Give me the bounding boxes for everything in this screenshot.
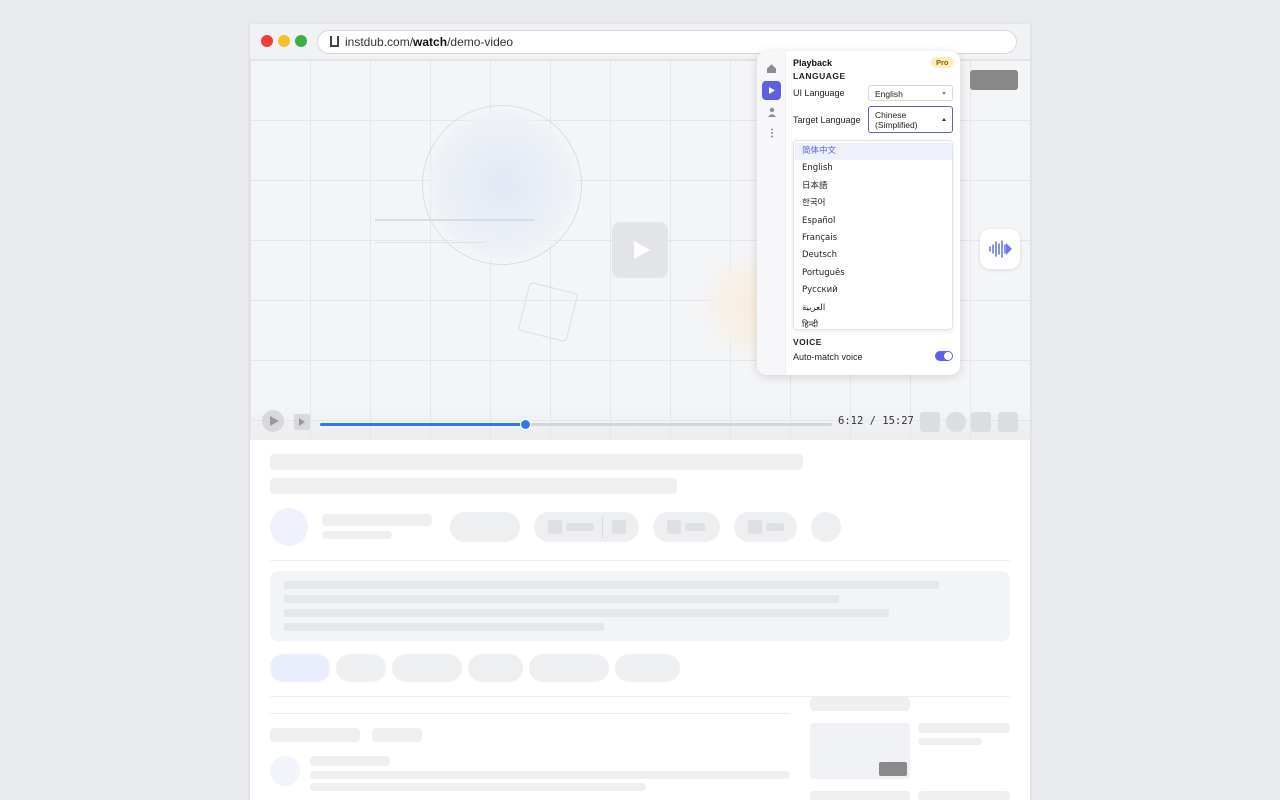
comment-text-placeholder <box>310 783 646 791</box>
target-language-select[interactable]: Chinese (Simplified) <box>868 106 953 133</box>
target-language-value: Chinese (Simplified) <box>875 110 918 130</box>
soundwave-icon <box>989 240 1012 258</box>
settings-icon[interactable] <box>946 412 966 432</box>
auto-match-voice-toggle[interactable] <box>935 351 953 361</box>
minimize-window-button[interactable] <box>278 35 290 47</box>
user-icon <box>767 107 776 117</box>
player-controls: 6:12 / 15:27 <box>250 406 1030 440</box>
panel-rail <box>757 51 786 375</box>
chevron-up-icon <box>942 118 946 121</box>
recommended-thumbnail[interactable] <box>810 723 910 779</box>
duration-badge <box>879 762 907 776</box>
language-option[interactable]: Deutsch <box>795 247 952 264</box>
language-option[interactable]: 한국어 <box>795 195 952 212</box>
rail-playback-button[interactable] <box>762 81 781 100</box>
language-option[interactable]: English <box>795 160 952 177</box>
play-icon <box>769 87 775 94</box>
video-overlay-button[interactable] <box>970 70 1018 90</box>
chip[interactable] <box>336 654 386 682</box>
divider <box>270 560 1010 561</box>
download-button[interactable] <box>734 512 797 542</box>
fullscreen-icon[interactable] <box>998 412 1018 432</box>
language-option[interactable]: 简体中文 <box>795 143 952 160</box>
pro-badge: Pro <box>931 57 954 68</box>
chip[interactable] <box>392 654 462 682</box>
description-box[interactable] <box>270 571 1010 641</box>
site-icon <box>330 36 339 47</box>
share-button[interactable] <box>653 512 720 542</box>
progress-bar[interactable] <box>320 419 832 430</box>
recommended-thumbnail[interactable] <box>810 791 910 800</box>
close-window-button[interactable] <box>261 35 273 47</box>
recommended-title-placeholder <box>918 791 1010 800</box>
url-path-bold: watch <box>413 35 448 49</box>
language-option[interactable]: Русский <box>795 282 952 299</box>
video-decor-circle <box>422 105 582 265</box>
ui-language-label: UI Language <box>793 88 845 98</box>
home-icon <box>767 64 776 73</box>
time-display: 6:12 / 15:27 <box>838 415 914 427</box>
rail-more-button[interactable] <box>762 123 781 142</box>
comment-author-placeholder <box>310 756 390 766</box>
language-option[interactable]: Português <box>795 265 952 282</box>
voice-section-heading: VOICE <box>793 337 822 347</box>
chip[interactable] <box>615 654 680 682</box>
target-language-label: Target Language <box>793 115 861 125</box>
channel-name-placeholder <box>322 514 432 526</box>
language-section-heading: LANGUAGE <box>793 71 846 81</box>
video-decor-square <box>517 281 579 343</box>
dubbing-fab-button[interactable] <box>980 229 1020 269</box>
recommended-meta-placeholder <box>918 738 982 745</box>
ui-language-value: English <box>875 89 903 99</box>
comment-avatar <box>270 756 300 786</box>
miniplayer-icon[interactable] <box>971 412 991 432</box>
video-decor-line <box>375 242 485 243</box>
language-option[interactable]: 日本語 <box>795 178 952 195</box>
title-placeholder <box>270 454 803 470</box>
next-button[interactable] <box>294 414 310 430</box>
panel-title: Playback <box>793 58 833 68</box>
divider <box>270 713 790 714</box>
avatar[interactable] <box>270 508 308 546</box>
rail-account-button[interactable] <box>762 102 781 121</box>
language-option[interactable]: Español <box>795 213 952 230</box>
url-suffix: /demo-video <box>447 35 514 49</box>
sidebar-header-placeholder <box>810 697 910 711</box>
play-pause-button[interactable] <box>262 410 284 432</box>
subscribe-button[interactable] <box>450 512 520 542</box>
chip[interactable] <box>529 654 609 682</box>
video-decor-line <box>375 219 535 221</box>
more-icon <box>770 128 773 137</box>
sort-placeholder[interactable] <box>372 728 422 742</box>
like-dislike-button[interactable] <box>534 512 639 542</box>
language-dropdown-list[interactable]: 简体中文 English 日本語 한국어 Español Français Deutsch P… <box>793 140 953 330</box>
language-option[interactable]: हिन्दी <box>795 317 952 329</box>
language-option[interactable]: العربية <box>795 300 952 317</box>
dubbing-panel: Playback Pro LANGUAGE UI Language Englis… <box>757 51 960 375</box>
chip-active[interactable] <box>270 654 330 682</box>
ui-language-select[interactable]: English <box>868 85 953 101</box>
chip[interactable] <box>468 654 523 682</box>
url-prefix: instdub.com/ <box>345 35 414 49</box>
recommended-title-placeholder <box>918 723 1010 733</box>
chevron-down-icon <box>942 92 946 95</box>
auto-match-voice-label: Auto-match voice <box>793 352 863 362</box>
subtitles-icon[interactable] <box>920 412 940 432</box>
progress-fill <box>320 423 525 426</box>
comments-header-placeholder <box>270 728 360 742</box>
maximize-window-button[interactable] <box>295 35 307 47</box>
progress-thumb[interactable] <box>519 419 531 430</box>
comment-text-placeholder <box>310 771 790 779</box>
subscriber-placeholder <box>322 531 392 539</box>
big-play-button[interactable] <box>612 222 668 278</box>
rail-home-button[interactable] <box>762 59 781 78</box>
more-actions-button[interactable] <box>811 512 841 542</box>
title-placeholder <box>270 478 677 494</box>
language-option[interactable]: Français <box>795 230 952 247</box>
